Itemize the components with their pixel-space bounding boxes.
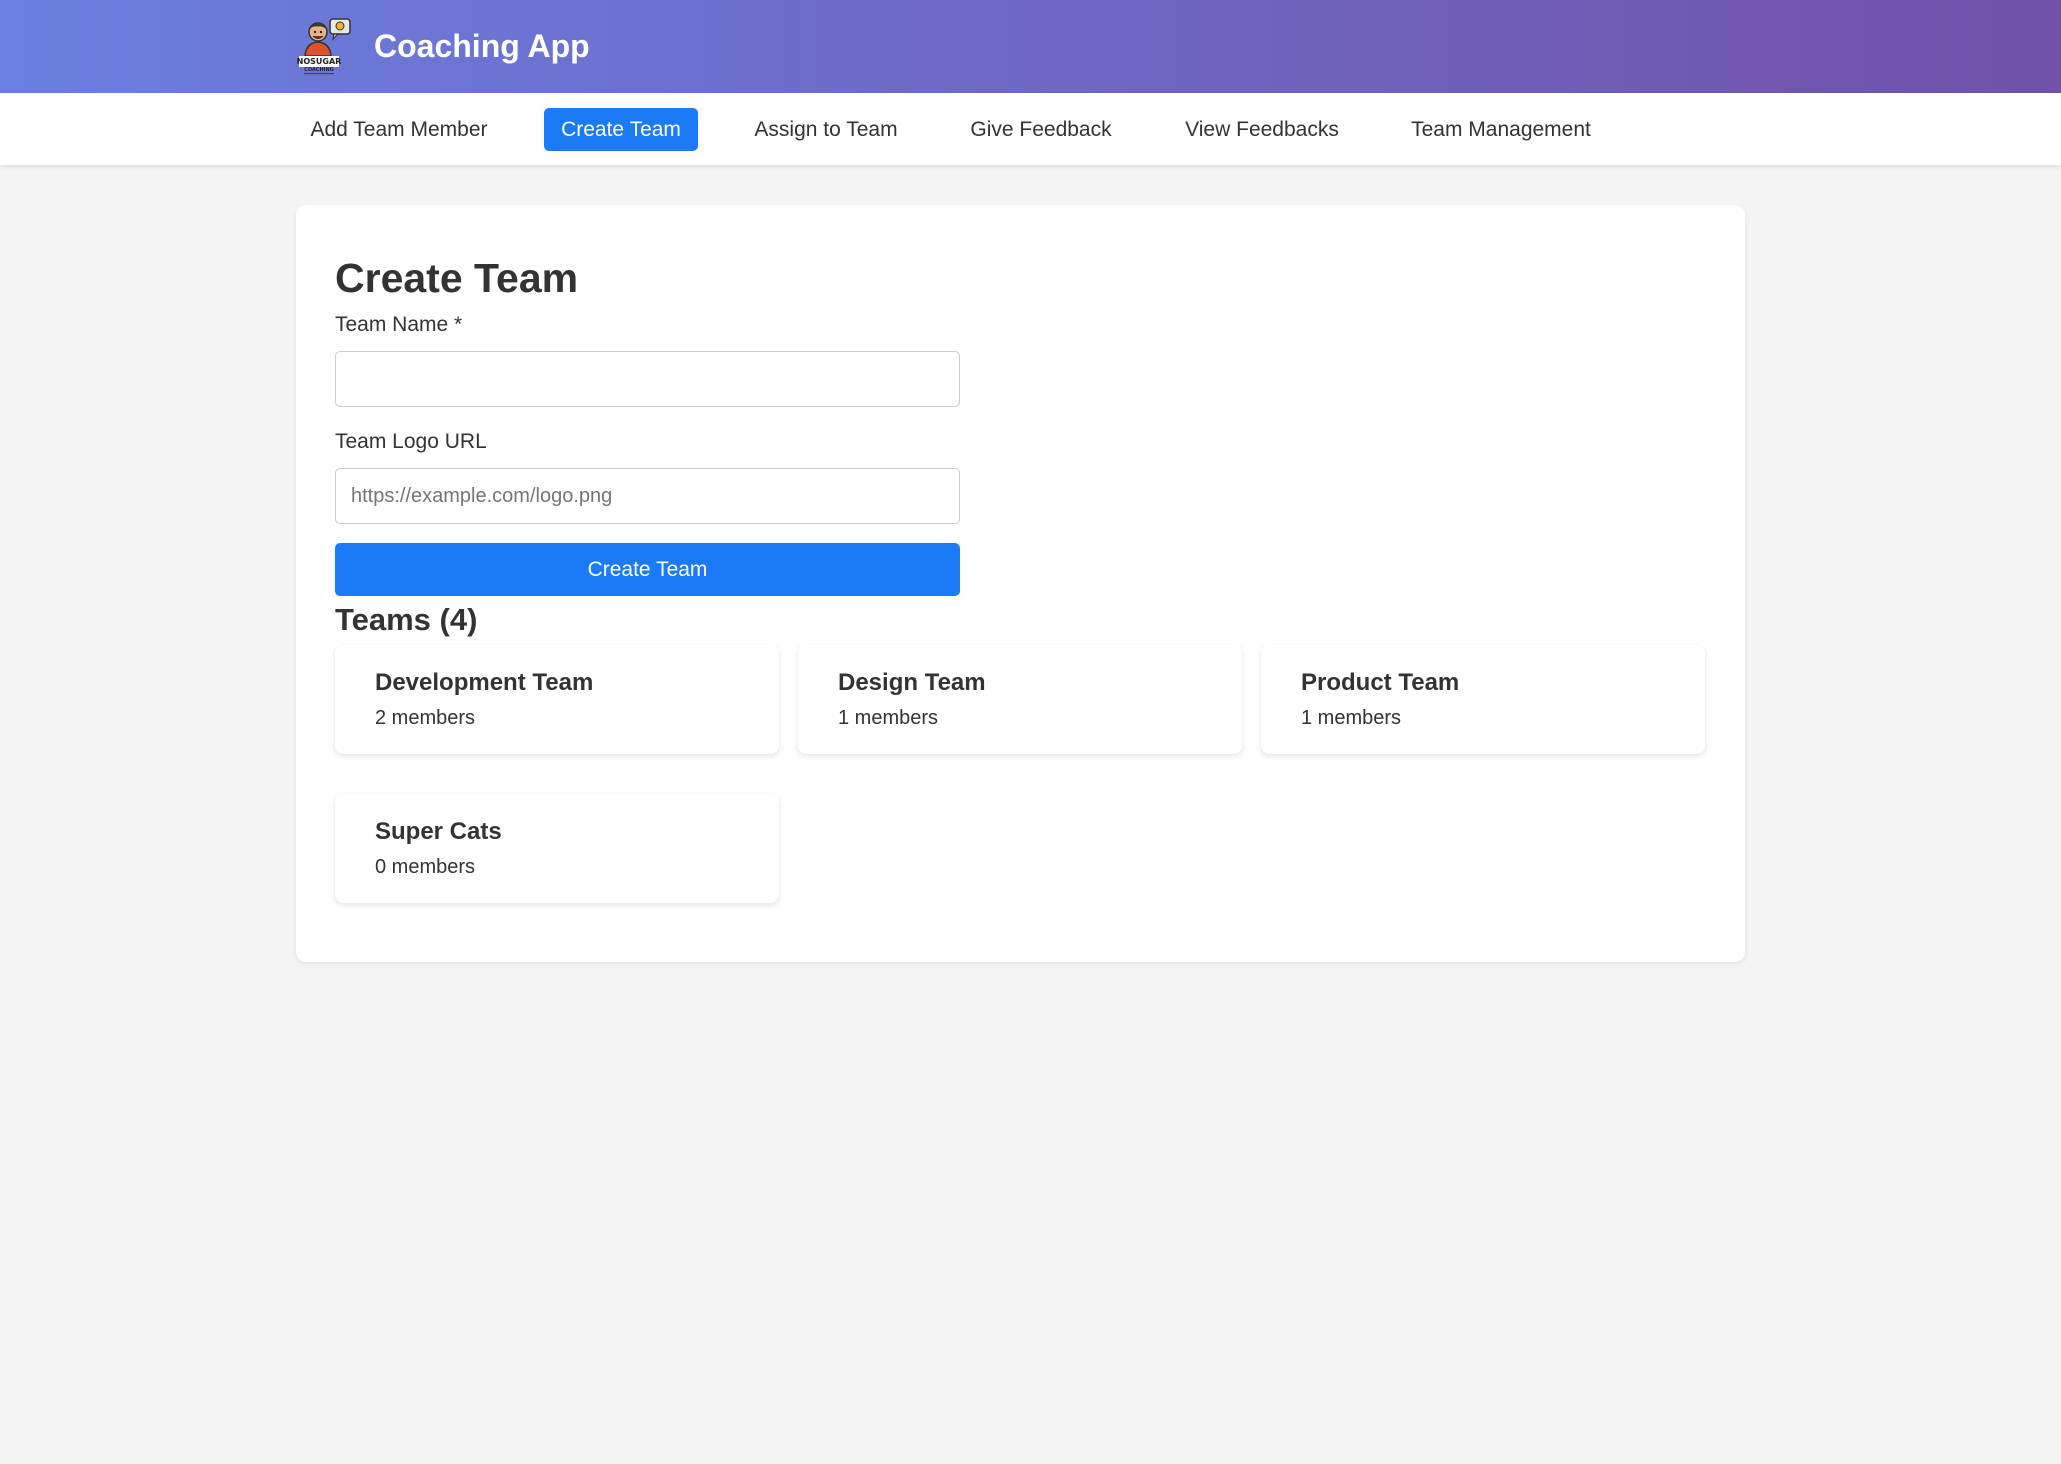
brand: NOSUGAR COACHING Coaching App xyxy=(296,11,590,81)
team-card[interactable]: Product Team 1 members xyxy=(1261,645,1705,754)
team-name: Product Team xyxy=(1301,669,1460,696)
main-nav: Add Team Member Create Team Assign to Te… xyxy=(0,93,2061,165)
create-team-card: Create Team Team Name * Team Logo URL Cr… xyxy=(296,205,1745,962)
nav-item-create-team[interactable]: Create Team xyxy=(544,108,698,151)
team-logo-url-input[interactable] xyxy=(335,468,960,524)
team-name: Development Team xyxy=(375,669,594,696)
create-team-button[interactable]: Create Team xyxy=(335,543,960,596)
nav-item-view-feedbacks[interactable]: View Feedbacks xyxy=(1172,108,1352,151)
nosugar-coaching-logo: NOSUGAR COACHING xyxy=(297,18,351,75)
team-member-count: 2 members xyxy=(375,707,476,729)
page-title: Create Team xyxy=(335,255,579,301)
team-card[interactable]: Design Team 1 members xyxy=(798,645,1242,754)
team-name-input[interactable] xyxy=(335,351,960,407)
app-title: Coaching App xyxy=(374,27,590,64)
nav-item-give-feedback[interactable]: Give Feedback xyxy=(956,108,1126,151)
team-member-count: 0 members xyxy=(375,856,476,878)
app-header: NOSUGAR COACHING Coaching App xyxy=(0,0,2061,93)
team-name: Super Cats xyxy=(375,818,502,845)
logo-text: NOSUGAR xyxy=(297,57,342,66)
nav-item-add-team-member[interactable]: Add Team Member xyxy=(297,108,501,151)
team-card[interactable]: Super Cats 0 members xyxy=(335,794,779,903)
team-name: Design Team xyxy=(838,669,986,696)
teams-heading: Teams (4) xyxy=(335,602,478,637)
team-list: Development Team 2 members Design Team 1… xyxy=(335,645,1705,903)
nav-item-team-management[interactable]: Team Management xyxy=(1398,108,1604,151)
team-member-count: 1 members xyxy=(1301,707,1402,729)
team-member-count: 1 members xyxy=(838,707,939,729)
nav-item-assign-to-team[interactable]: Assign to Team xyxy=(742,108,910,151)
team-name-label: Team Name * xyxy=(335,313,463,336)
team-logo-url-label: Team Logo URL xyxy=(335,430,487,453)
logo-subtext: COACHING xyxy=(304,67,334,73)
team-card[interactable]: Development Team 2 members xyxy=(335,645,779,754)
